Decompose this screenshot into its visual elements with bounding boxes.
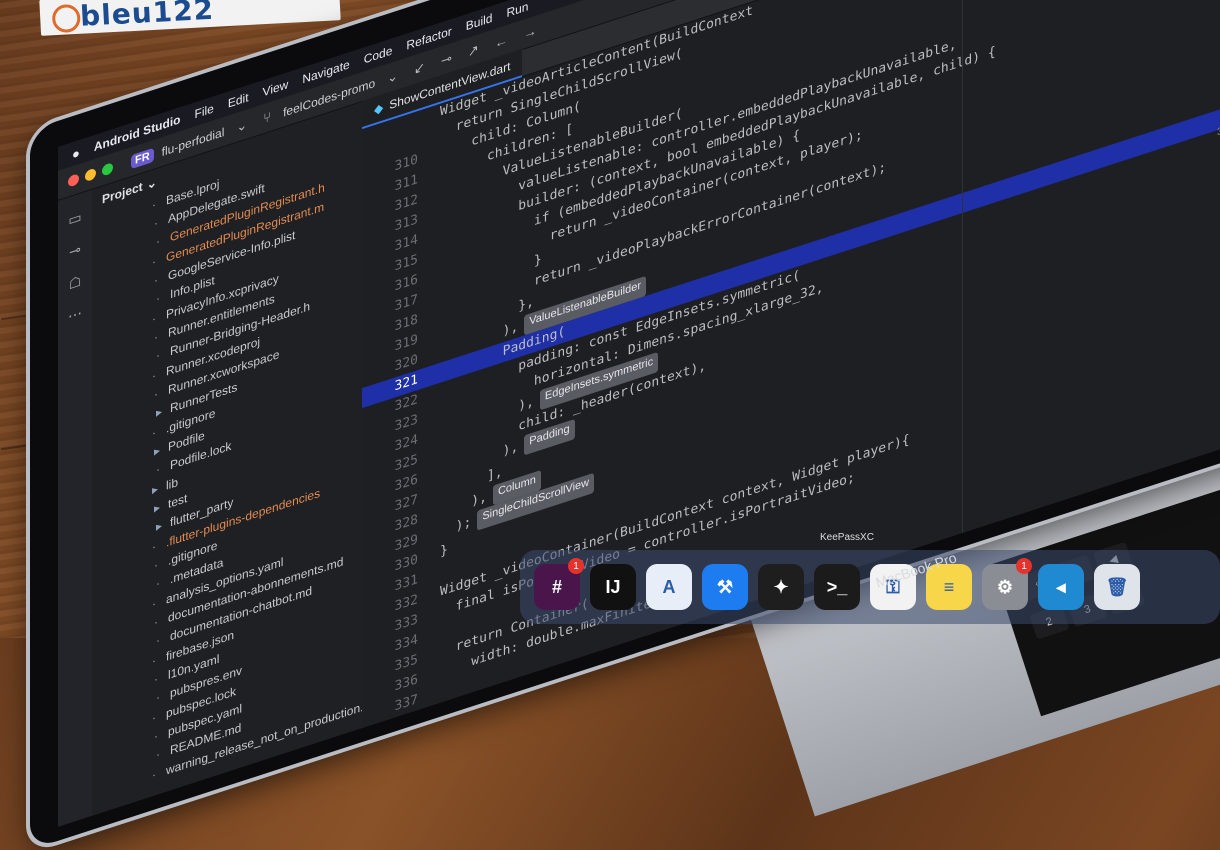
chevron-down-icon[interactable]: ⌄ — [232, 115, 251, 137]
app-icon: ⚙ — [996, 576, 1014, 597]
code-text: } — [440, 542, 448, 560]
dock-app-intellij-idea[interactable]: IJ — [590, 564, 636, 610]
apple-menu-icon[interactable]: ● — [72, 144, 80, 162]
branch-icon: ⑂ — [263, 108, 272, 127]
forward-arrow-icon[interactable]: → — [520, 21, 541, 43]
dock-app-terminal[interactable]: >_ — [814, 564, 860, 610]
dock-app-visual-studio-code[interactable]: ◂ — [1038, 564, 1084, 610]
menu-item[interactable]: Run — [506, 0, 528, 20]
menu-item[interactable]: Edit — [228, 90, 249, 111]
dock-app-figma[interactable]: ✦ — [758, 564, 804, 610]
collapse-icon[interactable]: ↙ — [410, 57, 429, 79]
right-margin-guide — [962, 0, 963, 534]
dock-app-xcode[interactable]: ⚒ — [702, 564, 748, 610]
chevron-down-icon[interactable]: ⌄ — [147, 175, 157, 192]
tree-item-label: lib — [166, 474, 179, 493]
zoom-window-button[interactable] — [102, 162, 113, 177]
notification-badge: 1 — [1016, 558, 1032, 574]
project-panel: Project ⌄ · Base.lproj · AppDelegate.swift ·… — [92, 101, 376, 816]
app-icon: IJ — [605, 576, 621, 597]
dock-tooltip: KeePassXC — [820, 532, 874, 543]
dock-app-slack[interactable]: #1 — [534, 558, 584, 610]
commit-icon[interactable]: ⊸ — [58, 238, 92, 265]
menu-item[interactable]: File — [195, 101, 214, 121]
app-icon: ◂ — [1056, 576, 1066, 597]
commit-icon[interactable]: ⊸ — [437, 48, 456, 70]
app-icon: 🗑 — [1105, 576, 1129, 597]
project-badge[interactable]: FR — [131, 147, 154, 169]
mac-dock: KeePassXC #1 IJ A ⚒ ✦ >_ ⚿ ≡ ⚙ 1 ◂ 🗑 — [520, 532, 1220, 624]
project-tree: · Base.lproj · AppDelegate.swift · GeneratedP… — [92, 128, 376, 805]
folder-icon[interactable]: ▭ — [58, 206, 92, 233]
dart-file-icon: ◆ — [374, 100, 384, 118]
back-arrow-icon[interactable]: ← — [491, 30, 512, 52]
app-icon: >_ — [826, 576, 848, 597]
app-icon: # — [551, 576, 562, 597]
file-icon: · — [152, 767, 156, 783]
window-controls — [68, 162, 113, 188]
app-icon: ≡ — [943, 576, 955, 597]
minimize-window-button[interactable] — [85, 167, 96, 183]
tool-window-strip: ▭ ⊸ ☖ ⋯ — [58, 189, 93, 827]
android-icon[interactable]: ☖ — [58, 270, 92, 297]
notification-badge: 1 — [568, 558, 584, 574]
dock-app-instruments[interactable]: A — [646, 564, 692, 610]
app-icon: A — [662, 576, 676, 597]
dock-app-system-settings[interactable]: ⚙ 1 — [982, 558, 1032, 610]
app-icon: ⚒ — [716, 576, 734, 597]
close-window-button[interactable] — [68, 173, 79, 188]
dock-app-trash[interactable]: 🗑 — [1094, 564, 1140, 610]
more-icon[interactable]: ⋯ — [58, 302, 92, 329]
app-icon: ✦ — [773, 576, 789, 597]
chevron-down-icon[interactable]: ⌄ — [383, 66, 402, 88]
push-icon[interactable]: ↗ — [464, 39, 483, 61]
